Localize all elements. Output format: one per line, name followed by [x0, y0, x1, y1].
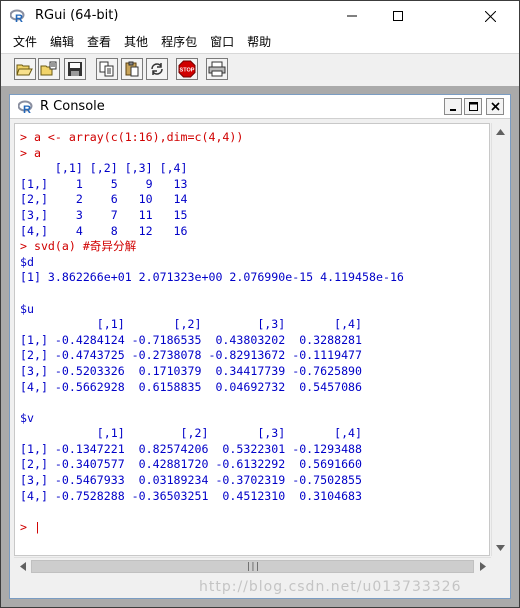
menu-edit[interactable]: 编辑 — [44, 31, 81, 53]
scrollbar-corner — [491, 557, 508, 574]
save-button[interactable] — [64, 58, 86, 80]
console-output-line: [4,] -0.7528288 -0.36503251 0.4512310 0.… — [20, 488, 363, 503]
console-output-line: [2,] -0.4743725 -0.2738078 -0.82913672 -… — [20, 348, 363, 363]
toolbar: STOP — [1, 53, 519, 85]
r-logo-icon: R — [17, 99, 34, 116]
svg-text:R: R — [15, 13, 23, 24]
window-title: RGui (64-bit) — [35, 8, 119, 23]
copy-paste-icon — [149, 61, 165, 77]
print-button[interactable] — [206, 58, 228, 80]
menu-windows[interactable]: 窗口 — [204, 31, 241, 53]
copy-icon — [99, 61, 115, 77]
stop-icon: STOP — [178, 60, 196, 78]
console-title: R Console — [40, 99, 105, 114]
console-input-line: > a <- array(c(1:16),dim=c(4,4)) — [20, 130, 244, 144]
print-icon — [208, 61, 226, 77]
stop-button[interactable]: STOP — [176, 58, 198, 80]
open-script-button[interactable] — [14, 58, 36, 80]
maximize-button[interactable] — [375, 1, 421, 31]
copy-button[interactable] — [96, 58, 118, 80]
console-title-bar[interactable]: R R Console — [10, 95, 510, 119]
console-output-line: [2,] 2 6 10 14 — [20, 192, 188, 207]
console-output-line: [3,] -0.5203326 0.1710379 0.34417739 -0.… — [20, 363, 363, 378]
scroll-down-icon[interactable] — [492, 539, 509, 556]
console-output-line: [2,] -0.3407577 0.42881720 -0.6132292 0.… — [20, 457, 363, 472]
menu-file[interactable]: 文件 — [7, 31, 44, 53]
mdi-area: R R Console > a <- array(c(1:16),dim=c(4… — [1, 86, 519, 607]
rgui-window: R RGui (64-bit) 文件 编辑 查看 其他 程序包 窗口 帮助 ST… — [0, 0, 520, 608]
menu-view[interactable]: 查看 — [81, 31, 118, 53]
scroll-right-icon[interactable] — [474, 558, 491, 575]
console-output-line: [,1] [,2] [,3] [,4] — [20, 317, 363, 332]
console-output-line: [4,] 4 8 12 16 — [20, 223, 188, 238]
horizontal-scrollbar[interactable]: ||| — [14, 557, 491, 574]
console-input-line: > a — [20, 145, 41, 160]
console-input-line: > svd(a) #奇异分解 — [20, 239, 137, 254]
console-maximize-button[interactable] — [464, 98, 482, 115]
menu-packages[interactable]: 程序包 — [155, 31, 204, 53]
scroll-left-icon[interactable] — [14, 558, 31, 575]
console-output-line: [,1] [,2] [,3] [,4] — [20, 426, 363, 441]
console-output-line: [1,] -0.4284124 -0.7186535 0.43803202 0.… — [20, 332, 363, 347]
paste-button[interactable] — [121, 58, 143, 80]
menu-misc[interactable]: 其他 — [118, 31, 155, 53]
horizontal-scroll-thumb[interactable]: ||| — [31, 560, 474, 573]
scroll-up-icon[interactable] — [492, 123, 509, 140]
console-close-button[interactable] — [486, 98, 504, 115]
console-input-line: > | — [20, 519, 41, 534]
title-bar[interactable]: R RGui (64-bit) — [1, 1, 519, 31]
console-output-line: [,1] [,2] [,3] [,4] — [20, 161, 188, 176]
save-icon — [67, 61, 83, 77]
console-output-line: $v — [20, 410, 34, 425]
console-output-line: [1,] -0.1347221 0.82574206 0.5322301 -0.… — [20, 441, 363, 456]
grip-icon: ||| — [245, 561, 260, 572]
svg-text:R: R — [23, 104, 31, 115]
load-workspace-icon — [40, 61, 58, 77]
watermark: http://blog.csdn.net/u013733326 — [199, 579, 462, 595]
close-button[interactable] — [467, 1, 513, 31]
console-output-line: $d — [20, 254, 34, 269]
console-output-line: [3,] 3 7 11 15 — [20, 207, 188, 222]
console-output[interactable]: > a <- array(c(1:16),dim=c(4,4)) > a [,1]… — [14, 123, 490, 556]
load-workspace-button[interactable] — [38, 58, 60, 80]
copy-paste-button[interactable] — [146, 58, 168, 80]
r-console-window: R R Console > a <- array(c(1:16),dim=c(4… — [9, 94, 511, 599]
menu-bar: 文件 编辑 查看 其他 程序包 窗口 帮助 — [1, 31, 519, 53]
console-output-line: [3,] -0.5467933 0.03189234 -0.3702319 -0… — [20, 473, 363, 488]
console-output-line: [4,] -0.5662928 0.6158835 0.04692732 0.5… — [20, 379, 363, 394]
console-output-line: [1,] 1 5 9 13 — [20, 176, 188, 191]
vertical-scrollbar[interactable] — [491, 123, 508, 556]
minimize-button[interactable] — [329, 1, 375, 31]
r-logo-icon: R — [9, 8, 26, 25]
console-output-line: [1] 3.862266e+01 2.071323e+00 2.076990e-… — [20, 270, 404, 285]
paste-icon — [124, 61, 140, 77]
console-minimize-button[interactable] — [444, 98, 462, 115]
menu-help[interactable]: 帮助 — [241, 31, 278, 53]
open-script-icon — [16, 61, 34, 77]
console-lines: > a <- array(c(1:16),dim=c(4,4)) > a [,1]… — [20, 130, 404, 535]
console-output-line: $u — [20, 301, 34, 316]
stop-label: STOP — [180, 68, 195, 74]
